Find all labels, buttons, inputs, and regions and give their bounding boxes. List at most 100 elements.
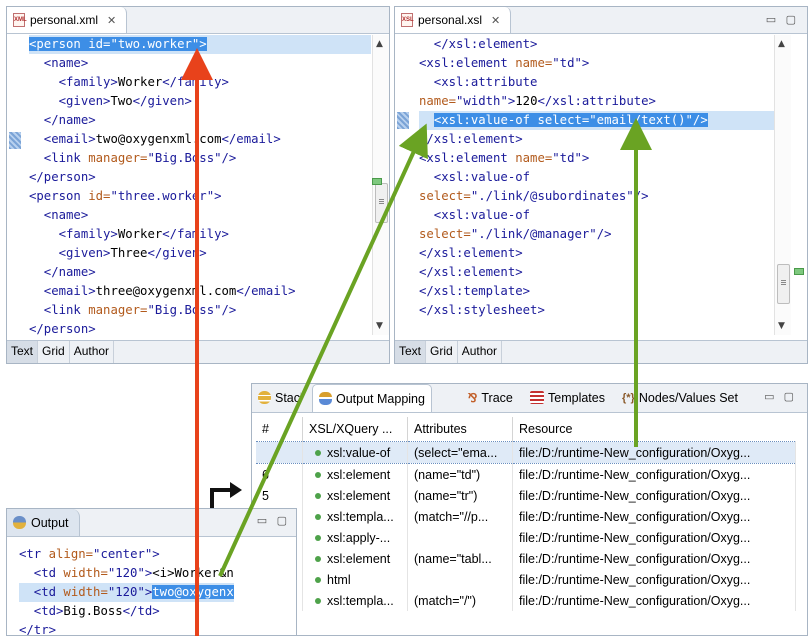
tab-stack[interactable]: Stack xyxy=(252,384,307,411)
code-line[interactable]: <tr align="center"> xyxy=(19,545,234,564)
table-row[interactable]: xsl:templa... (match="//p... file:/D:/runt… xyxy=(256,506,796,527)
mode-tab-text[interactable]: Text xyxy=(395,341,427,363)
xsl-file-icon: XSL xyxy=(401,13,414,27)
mode-tab-grid[interactable]: Grid xyxy=(426,341,458,363)
column-header-node[interactable]: XSL/XQuery ... xyxy=(302,417,408,442)
code-token: <link xyxy=(29,151,89,165)
table-row[interactable]: html file:/D:/runtime-New_configuration/O… xyxy=(256,569,796,590)
code-token: Three xyxy=(110,246,148,260)
node-name: xsl:value-of xyxy=(302,441,408,464)
xml-code-area[interactable]: <person id="two.worker"> <name> <family>… xyxy=(29,35,371,336)
scroll-thumb[interactable] xyxy=(375,183,388,223)
xsl-vertical-scrollbar[interactable]: ▲ ▼ xyxy=(774,35,791,335)
tab-personal-xsl[interactable]: XSL personal.xsl ✕ xyxy=(395,7,512,33)
code-token: > xyxy=(199,37,207,51)
node-resource: file:/D:/runtime-New_configuration/Oxyg.… xyxy=(512,506,796,527)
minimize-maximize-icon[interactable]: ▭ ▢ xyxy=(764,390,797,403)
column-header-resource[interactable]: Resource xyxy=(513,417,796,442)
node-attributes xyxy=(407,569,513,590)
output-code-area[interactable]: <tr align="center"> <td width="120"><i>W… xyxy=(19,545,234,635)
code-line[interactable]: <email>three@oxygenxml.com</email> xyxy=(29,282,371,301)
table-row[interactable]: xsl:element (name="tabl... file:/D:/runtim… xyxy=(256,548,796,569)
mode-tab-text[interactable]: Text xyxy=(7,341,39,363)
code-line[interactable]: <xsl:element name="td"> xyxy=(419,54,789,73)
xml-editor-mode-tabs: Text Grid Author xyxy=(7,340,389,363)
code-token: id= xyxy=(88,189,111,203)
mode-tab-author[interactable]: Author xyxy=(458,341,503,363)
code-line[interactable]: select="./link/@manager"/> xyxy=(419,225,789,244)
tab-trace[interactable]: ⅋ Trace xyxy=(462,384,519,411)
code-line[interactable]: <family>Worker</family> xyxy=(29,73,371,92)
code-line[interactable]: <person id="three.worker"> xyxy=(29,187,371,206)
code-token: </name> xyxy=(29,265,96,279)
code-line[interactable]: <person id="two.worker"> xyxy=(29,35,371,54)
code-line[interactable]: </xsl:element> xyxy=(419,263,789,282)
code-line[interactable]: <xsl:value-of xyxy=(419,168,789,187)
table-row[interactable]: 5 xsl:element (name="tr") file:/D:/runtime-… xyxy=(256,485,796,506)
tab-label: Output Mapping xyxy=(336,391,425,406)
scroll-down-icon[interactable]: ▼ xyxy=(376,321,383,331)
scroll-up-icon[interactable]: ▲ xyxy=(376,39,383,49)
scroll-thumb[interactable] xyxy=(777,264,790,304)
code-line[interactable]: </xsl:template> xyxy=(419,282,789,301)
code-line[interactable]: <td width="120"><i>Worker&n xyxy=(19,564,234,583)
table-row[interactable]: xsl:templa... (match="/") file:/D:/runtime… xyxy=(256,590,796,611)
code-line[interactable]: <name> xyxy=(29,206,371,225)
tab-templates[interactable]: Templates xyxy=(524,384,611,411)
minimize-maximize-icon[interactable]: ▭ ▢ xyxy=(766,13,799,26)
tab-output-mapping[interactable]: Output Mapping xyxy=(312,384,432,412)
table-row[interactable]: xsl:apply-... file:/D:/runtime-New_config… xyxy=(256,527,796,548)
code-line[interactable]: <link manager="Big.Boss"/> xyxy=(29,301,371,320)
code-token: name= xyxy=(515,151,553,165)
minimize-maximize-icon[interactable]: ▭ ▢ xyxy=(257,514,290,527)
code-line[interactable]: <email>two@oxygenxml.com</email> xyxy=(29,130,371,149)
code-token: "Big.Boss" xyxy=(147,303,222,317)
close-icon[interactable]: ✕ xyxy=(491,14,500,27)
code-line[interactable]: <xsl:attribute xyxy=(419,73,789,92)
code-line[interactable]: select="./link/@subordinates"/> xyxy=(419,187,789,206)
table-row[interactable]: xsl:value-of (select="ema... file:/D:/runt… xyxy=(256,441,796,464)
tab-output[interactable]: Output xyxy=(7,509,80,536)
code-line[interactable]: </xsl:element> xyxy=(419,130,789,149)
mode-tab-grid[interactable]: Grid xyxy=(38,341,70,363)
code-line[interactable]: <td width="120">two@oxygenx xyxy=(19,583,234,602)
overview-ruler-marker[interactable] xyxy=(372,178,382,185)
tab-label: Trace xyxy=(481,390,513,405)
scroll-up-icon[interactable]: ▲ xyxy=(778,39,785,49)
code-line[interactable]: <xsl:value-of xyxy=(419,206,789,225)
node-attributes-text: (name="tr") xyxy=(414,488,478,503)
xsl-code-area[interactable]: </xsl:element> <xsl:element name="td"> <x… xyxy=(419,35,789,335)
tab-label: personal.xml xyxy=(30,13,99,27)
tab-personal-xml[interactable]: XML personal.xml ✕ xyxy=(7,7,128,33)
code-line[interactable]: <link manager="Big.Boss"/> xyxy=(29,149,371,168)
code-line[interactable]: <name> xyxy=(29,54,371,73)
code-line[interactable]: <family>Worker</family> xyxy=(29,225,371,244)
code-line[interactable]: <given>Three</given> xyxy=(29,244,371,263)
code-line[interactable]: <given>Two</given> xyxy=(29,92,371,111)
code-line[interactable]: </xsl:element> xyxy=(419,35,789,54)
code-line[interactable]: </name> xyxy=(29,263,371,282)
code-line[interactable]: <xsl:value-of select="email/text()"/> xyxy=(419,111,789,130)
node-name: xsl:templa... xyxy=(302,506,408,527)
column-header-attributes[interactable]: Attributes xyxy=(407,417,513,442)
scroll-down-icon[interactable]: ▼ xyxy=(778,321,785,331)
close-icon[interactable]: ✕ xyxy=(107,14,116,27)
mode-tab-author[interactable]: Author xyxy=(70,341,115,363)
xml-vertical-scrollbar[interactable]: ▲ ▼ xyxy=(372,35,389,335)
code-line[interactable]: name="width">120</xsl:attribute> xyxy=(419,92,789,111)
tab-nodes-values-set[interactable]: {*} Nodes/Values Set xyxy=(616,384,744,411)
code-token: </email> xyxy=(221,132,281,146)
code-token: > xyxy=(152,547,160,561)
code-line[interactable]: </person> xyxy=(29,168,371,187)
code-line[interactable]: </xsl:element> xyxy=(419,244,789,263)
column-header-number[interactable]: # xyxy=(256,417,303,442)
code-line[interactable]: </name> xyxy=(29,111,371,130)
code-token: <person xyxy=(29,37,89,51)
code-line[interactable]: </person> xyxy=(29,320,371,339)
code-line[interactable]: </xsl:stylesheet> xyxy=(419,301,789,320)
overview-ruler-marker[interactable] xyxy=(794,268,804,275)
code-line[interactable]: </tr> xyxy=(19,621,234,635)
code-line[interactable]: <xsl:element name="td"> xyxy=(419,149,789,168)
table-row[interactable]: 6 xsl:element (name="td") file:/D:/runtime-… xyxy=(256,463,796,485)
code-line[interactable]: <td>Big.Boss</td> xyxy=(19,602,234,621)
